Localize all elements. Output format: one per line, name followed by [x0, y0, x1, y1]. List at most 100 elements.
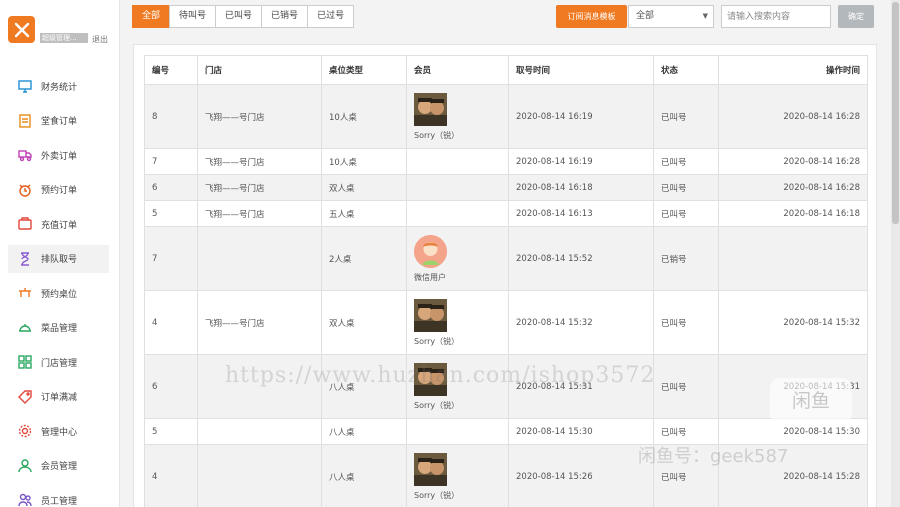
cell-member: Sorry（锐）: [406, 84, 509, 149]
cell-take-time: 2020-08-14 15:32: [508, 290, 654, 355]
store-grid-icon: [18, 355, 32, 369]
sidebar-item[interactable]: 预约桌位: [8, 279, 109, 307]
cell-op-time: [718, 226, 868, 291]
confirm-button[interactable]: 确定: [838, 5, 874, 28]
hourglass-icon: [18, 251, 32, 266]
cell-take-time: 2020-08-14 16:19: [508, 148, 654, 175]
scrollbar-thumb[interactable]: [892, 2, 899, 224]
shop-name: 超级管理...: [40, 33, 88, 43]
tag-icon: [18, 389, 32, 404]
cell-take-time: 2020-08-14 15:30: [508, 418, 654, 445]
logout-link[interactable]: 退出: [92, 34, 108, 45]
table-row: 6 八人桌 Sorry（锐） 2020-08-14 15:31 已叫号 2020-08-1…: [144, 354, 868, 419]
cell-table-type: 双人桌: [321, 174, 407, 201]
cell-take-time: 2020-08-14 15:31: [508, 354, 654, 419]
cell-member: Sorry（锐）: [406, 290, 509, 355]
avatar: [414, 298, 447, 332]
member-icon: [18, 458, 32, 473]
cell-member: Sorry（锐）: [406, 354, 509, 419]
sidebar-item[interactable]: 外卖订单: [8, 141, 109, 169]
table-row: 5 飞翔——号门店 五人桌 2020-08-14 16:13 已叫号 2020-08-14…: [144, 200, 868, 227]
cell-store: [197, 226, 322, 291]
cell-id: 6: [144, 354, 198, 419]
sidebar-item-label: 员工管理: [41, 496, 78, 507]
subscribe-template-button[interactable]: 订阅消息模板: [556, 5, 627, 28]
cell-op-time: 2020-08-14 15:32: [718, 290, 868, 355]
table-row: 5 八人桌 2020-08-14 15:30 已叫号 2020-08-14 15:30: [144, 418, 868, 445]
sidebar-item[interactable]: 会员管理: [8, 452, 109, 480]
table-row: 6 飞翔——号门店 双人桌 2020-08-14 16:18 已叫号 2020-08-14…: [144, 174, 868, 201]
member-name: 微信用户: [414, 272, 446, 282]
avatar: [414, 234, 447, 268]
table-body: 8 飞翔——号门店 10人桌 Sorry（锐） 2020-08-14 16:19 已叫号 2…: [144, 84, 868, 507]
status-select-value: 全部: [636, 11, 655, 21]
sidebar-item[interactable]: 预约订单: [8, 176, 109, 204]
cell-table-type: 10人桌: [321, 148, 407, 175]
column-header: 取号时间: [508, 55, 654, 85]
cell-store: [197, 444, 322, 507]
avatar: [414, 92, 447, 126]
column-header: 状态: [653, 55, 719, 85]
sidebar-item[interactable]: 门店管理: [8, 348, 109, 376]
column-header: 编号: [144, 55, 198, 85]
sidebar: 超级管理... 退出 财务统计堂食订单外卖订单预约订单充值订单排队取号预约桌位菜…: [0, 0, 120, 507]
sidebar-item[interactable]: 充值订单: [8, 210, 109, 238]
status-tab[interactable]: 全部: [132, 5, 171, 28]
status-tab[interactable]: 待叫号: [169, 5, 217, 28]
cell-take-time: 2020-08-14 15:26: [508, 444, 654, 507]
cell-store: 飞翔——号门店: [197, 290, 322, 355]
member-name: Sorry（锐）: [414, 336, 460, 346]
alarm-clock-icon: [18, 183, 32, 197]
member-name: Sorry（锐）: [414, 490, 460, 500]
sidebar-item-label: 外卖订单: [41, 151, 78, 162]
status-tab[interactable]: 已过号: [307, 5, 355, 28]
member-info: Sorry（锐）: [414, 362, 501, 411]
avatar: [414, 362, 447, 396]
cell-op-time: 2020-08-14 16:28: [718, 174, 868, 201]
cell-id: 7: [144, 226, 198, 291]
avatar: [414, 452, 447, 486]
page-scrollbar[interactable]: [891, 0, 900, 507]
column-header: 操作时间: [718, 55, 868, 85]
cell-op-time: 2020-08-14 15:28: [718, 444, 868, 507]
cell-id: 5: [144, 418, 198, 445]
sidebar-item-label: 充值订单: [41, 220, 78, 231]
document-icon: [18, 113, 32, 128]
cell-status: 已叫号: [653, 200, 719, 227]
status-tab[interactable]: 已叫号: [215, 5, 263, 28]
sidebar-item[interactable]: 员工管理: [8, 486, 109, 507]
sidebar-item[interactable]: 管理中心: [8, 417, 109, 445]
cell-take-time: 2020-08-14 16:18: [508, 174, 654, 201]
sidebar-item[interactable]: 订单满减: [8, 383, 109, 411]
cell-store: [197, 418, 322, 445]
column-header: 门店: [197, 55, 322, 85]
column-header: 会员: [406, 55, 509, 85]
sidebar-item[interactable]: 财务统计: [8, 72, 109, 100]
cell-status: 已销号: [653, 226, 719, 291]
table-row: 7 2人桌 微信用户 2020-08-14 15:52 已销号: [144, 226, 868, 291]
cell-table-type: 五人桌: [321, 200, 407, 227]
sidebar-item[interactable]: 排队取号: [8, 244, 109, 273]
cell-id: 8: [144, 84, 198, 149]
search-input[interactable]: [721, 5, 831, 28]
member-name: Sorry（锐）: [414, 400, 460, 410]
status-tab[interactable]: 已销号: [261, 5, 309, 28]
sidebar-item[interactable]: 堂食订单: [8, 107, 109, 135]
cell-status: 已叫号: [653, 444, 719, 507]
status-select[interactable]: 全部 ▼: [628, 5, 714, 28]
cell-member: [406, 418, 509, 445]
cell-op-time: 2020-08-14 15:30: [718, 418, 868, 445]
member-info: Sorry（锐）: [414, 298, 501, 347]
cell-store: 飞翔——号门店: [197, 84, 322, 149]
cell-take-time: 2020-08-14 16:19: [508, 84, 654, 149]
cell-status: 已叫号: [653, 290, 719, 355]
chevron-down-icon: ▼: [702, 12, 708, 20]
member-info: Sorry（锐）: [414, 452, 501, 501]
cell-status: 已叫号: [653, 174, 719, 201]
sidebar-item-label: 门店管理: [41, 358, 78, 369]
cell-table-type: 双人桌: [321, 290, 407, 355]
cell-status: 已叫号: [653, 148, 719, 175]
cell-status: 已叫号: [653, 418, 719, 445]
sidebar-item[interactable]: 菜品管理: [8, 314, 109, 342]
sidebar-item-label: 菜品管理: [41, 324, 78, 334]
